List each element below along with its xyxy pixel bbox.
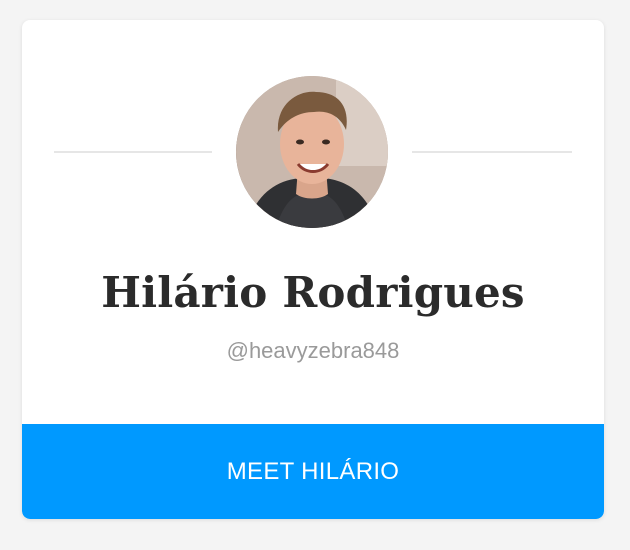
left-divider [54, 151, 212, 153]
avatar-photo-icon [236, 76, 388, 228]
right-divider [412, 151, 572, 153]
profile-handle: @heavyzebra848 [226, 338, 400, 363]
avatar [236, 76, 388, 228]
profile-name: Hilário Rodrigues [101, 268, 525, 317]
meet-button[interactable]: MEET HILÁRIO [22, 424, 604, 519]
profile-card: Hilário Rodrigues @heavyzebra848 MEET HI… [22, 20, 604, 519]
